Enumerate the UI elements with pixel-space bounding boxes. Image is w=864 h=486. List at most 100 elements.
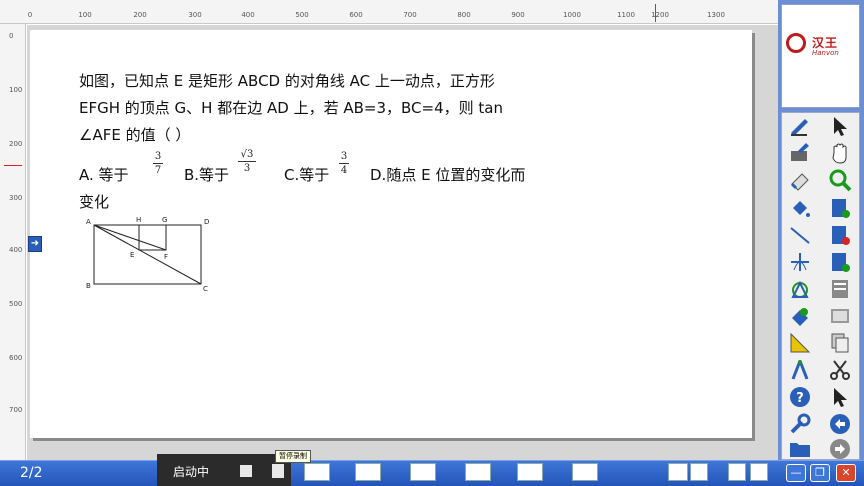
display-mode-icon[interactable] xyxy=(728,463,746,481)
square-efgh xyxy=(138,224,167,251)
undo-icon[interactable] xyxy=(828,412,852,436)
option-b-fraction: √3 3 xyxy=(238,149,256,174)
pointer-select-icon[interactable] xyxy=(828,385,852,409)
option-a-label: A. 等于 xyxy=(79,166,129,184)
taskbar-picture-icon[interactable] xyxy=(517,463,543,481)
copy-icon[interactable] xyxy=(828,331,852,355)
delete-page-icon[interactable] xyxy=(828,223,852,247)
screen-icon[interactable] xyxy=(750,463,768,481)
ruler-left-tick-label: 500 xyxy=(9,300,23,308)
ruler-top-tick-label: 0 xyxy=(27,11,33,19)
select-arrow-icon[interactable] xyxy=(828,114,852,138)
label-g: G xyxy=(162,216,167,224)
add-page-icon[interactable] xyxy=(828,196,852,220)
taskbar-edit-icon[interactable] xyxy=(572,463,598,481)
recording-status-label: 启动中 xyxy=(173,465,210,479)
page-down-icon[interactable] xyxy=(828,250,852,274)
close-button[interactable]: ✕ xyxy=(836,464,856,482)
folder-icon[interactable] xyxy=(788,437,812,461)
ruler-left-tick-label: 0 xyxy=(9,32,14,40)
page-list-icon[interactable] xyxy=(828,277,852,301)
hand-pan-icon[interactable] xyxy=(828,141,852,165)
segment-af xyxy=(93,224,167,251)
option-b-numerator: √3 xyxy=(240,149,254,160)
whiteboard-app: 0 100 200 300 400 500 600 700 800 900 1000 1100 1200… xyxy=(0,0,864,486)
ruler-top-tick-label: 1000 xyxy=(563,11,581,19)
taskbar-keyboard-icon[interactable] xyxy=(304,463,330,481)
line-tool-icon[interactable] xyxy=(788,223,812,247)
ruler-left-tick-label: 600 xyxy=(9,354,23,362)
screen-capture-icon[interactable] xyxy=(828,304,852,328)
geometry-figure: A H G D E F B C xyxy=(86,216,209,293)
pen-tool-icon[interactable] xyxy=(788,114,812,138)
label-h: H xyxy=(136,216,141,224)
ruler-left-tick-label: 100 xyxy=(9,86,23,94)
restore-button[interactable]: ❐ xyxy=(810,464,830,482)
zoom-magnifier-icon[interactable] xyxy=(828,168,852,192)
ruler-triangle-icon[interactable] xyxy=(788,331,812,355)
shapes-tool-icon[interactable] xyxy=(788,277,812,301)
option-d-label: D.随点 E 位置的变化而 xyxy=(370,166,526,184)
ruler-top-tick-label: 400 xyxy=(241,11,255,19)
question-line-3: ∠AFE 的值（ ） xyxy=(79,126,191,144)
ruler-top-tick-label: 100 xyxy=(78,11,92,19)
redo-icon[interactable] xyxy=(828,437,852,461)
ruler-top-tick-label: 1300 xyxy=(707,11,725,19)
ruler-left-tick-label: 400 xyxy=(9,246,23,254)
question-line-1: 如图，已知点 E 是矩形 ABCD 的对角线 AC 上一动点，正方形 xyxy=(79,72,495,90)
option-a-fraction: 3 7 xyxy=(153,151,163,176)
ruler-left-tick-label: 200 xyxy=(9,140,23,148)
pause-recording-button[interactable] xyxy=(272,464,284,478)
option-c-denominator: 4 xyxy=(340,165,348,176)
stop-recording-button[interactable] xyxy=(240,465,252,477)
minimize-button[interactable]: — xyxy=(786,464,806,482)
cut-scissors-icon[interactable] xyxy=(828,358,852,382)
taskbar-database-icon[interactable] xyxy=(355,463,381,481)
label-a: A xyxy=(86,218,91,226)
pause-tooltip: 暂停录制 xyxy=(275,450,311,463)
option-c-label: C.等于 xyxy=(284,166,330,184)
option-c-fraction: 3 4 xyxy=(339,151,349,176)
ruler-top-tick-label: 900 xyxy=(511,11,525,19)
ruler-left-marker xyxy=(4,165,22,166)
coordinate-axes-icon[interactable] xyxy=(788,250,812,274)
question-last-line: 变化 xyxy=(79,193,110,211)
question-line-2: EFGH 的顶点 G、H 都在边 AD 上，若 AB=3，BC=4，则 tan xyxy=(79,99,503,117)
ruler-left-tick-label: 300 xyxy=(9,194,23,202)
ruler-top-tick-label: 1100 xyxy=(617,11,635,19)
option-b-denominator: 3 xyxy=(243,163,251,174)
option-a-denominator: 7 xyxy=(154,165,162,176)
ruler-top-tick-label: 200 xyxy=(133,11,147,19)
label-b: B xyxy=(86,282,91,290)
taskbar-group-icon[interactable] xyxy=(410,463,436,481)
page-counter: 2/2 xyxy=(20,465,43,481)
compass-icon[interactable] xyxy=(788,358,812,382)
page-expand-arrow-icon[interactable]: ➜ xyxy=(28,236,42,252)
option-a-numerator: 3 xyxy=(154,151,162,162)
label-d: D xyxy=(204,218,209,226)
ruler-top-tick-label: 500 xyxy=(295,11,309,19)
solid-3d-icon[interactable] xyxy=(788,304,812,328)
brand-logo-icon xyxy=(786,33,806,53)
ruler-top-tick-label: 800 xyxy=(457,11,471,19)
eraser-icon[interactable] xyxy=(788,168,812,192)
ruler-top-tick-label: 1200 xyxy=(651,11,669,19)
lock-icon[interactable] xyxy=(690,463,708,481)
fill-bucket-icon[interactable] xyxy=(788,196,812,220)
help-icon[interactable]: ? xyxy=(788,385,812,409)
option-b-label: B.等于 xyxy=(184,166,230,184)
label-f: F xyxy=(164,253,168,261)
diagonal-ac xyxy=(93,224,202,285)
brand-subtitle: Hanvon xyxy=(812,49,839,57)
horizontal-ruler: 0 100 200 300 400 500 600 700 800 900 1000 1100 1200… xyxy=(0,0,778,24)
taskbar-notes-icon[interactable] xyxy=(465,463,491,481)
ruler-top-tick-label: 300 xyxy=(188,11,202,19)
upload-icon[interactable] xyxy=(668,463,688,481)
ruler-top-marker xyxy=(655,4,656,22)
vertical-ruler: 0 100 200 300 400 500 600 700 xyxy=(0,24,26,460)
ruler-left-tick-label: 700 xyxy=(9,406,23,414)
label-c: C xyxy=(203,285,208,293)
ruler-top-tick-label: 600 xyxy=(349,11,363,19)
settings-wrench-icon[interactable] xyxy=(788,412,812,436)
texture-brush-icon[interactable] xyxy=(788,141,812,165)
